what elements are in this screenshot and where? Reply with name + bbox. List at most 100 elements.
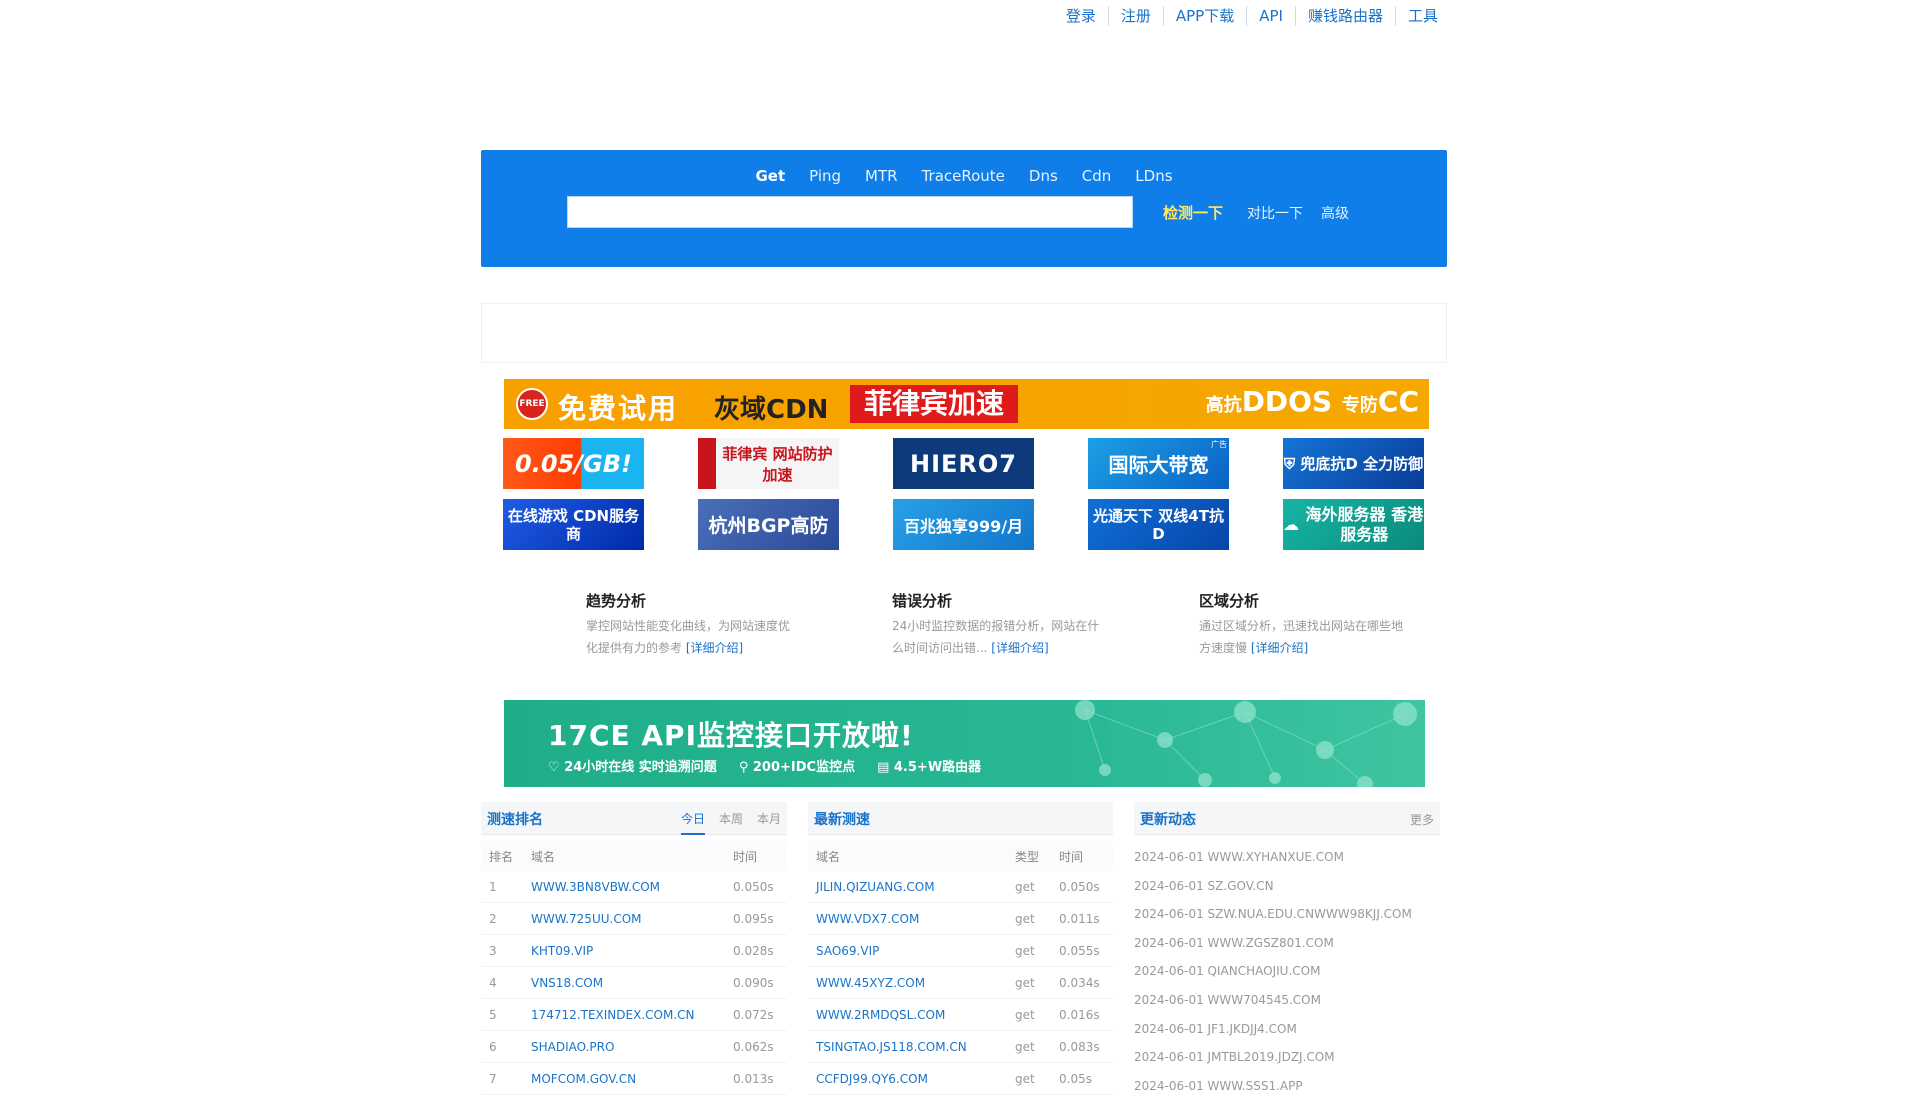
app-download-link[interactable]: APP下载	[1162, 6, 1246, 26]
server-icon: ☁	[1283, 514, 1305, 534]
domain-link[interactable]: WWW.45XYZ.COM	[808, 966, 1007, 999]
list-item[interactable]: 2024-06-01 SZW.NUA.EDU.CNWWW98KJJ.COM	[1134, 900, 1440, 929]
table-row: WWW.VDX7.COM get 0.011s	[808, 902, 1113, 935]
list-item[interactable]: 2024-06-01 QIANCHAOJIU.COM	[1134, 957, 1440, 986]
tab-cdn[interactable]: Cdn	[1070, 166, 1124, 186]
tab-month[interactable]: 本月	[757, 810, 781, 835]
speed-ranking-panel: 测速排名 今日 本周 本月 排名 域名 时间 1 WWW.3BN8VBW.COM 0…	[481, 802, 787, 1095]
tools-link[interactable]: 工具	[1394, 6, 1450, 26]
table-row: 7 MOFCOM.GOV.CN 0.013s	[481, 1062, 787, 1095]
table-row: WWW.2RMDQSL.COM get 0.016s	[808, 998, 1113, 1031]
list-item[interactable]: 2024-06-01 WWW.XYHANXUE.COM	[1134, 843, 1440, 872]
banner-free-trial: 免费试用	[558, 392, 679, 425]
domain-link[interactable]: SHADIAO.PRO	[523, 1030, 725, 1063]
table-row: CCFDJ99.QY6.COM get 0.05s	[808, 1062, 1113, 1095]
ad-intl-bandwidth[interactable]: 国际大带宽 广告	[1088, 438, 1229, 489]
list-item[interactable]: 2024-06-01 WWW.ZGSZ801.COM	[1134, 929, 1440, 958]
panel-title: 更新动态	[1140, 812, 1196, 828]
panel-title: 测速排名	[487, 812, 543, 828]
register-link[interactable]: 注册	[1107, 6, 1163, 26]
domain-link[interactable]: SAO69.VIP	[808, 934, 1007, 967]
ad-grid: 0.05/GB! 菲律宾 网站防护加速 HIERO7 国际大带宽 广告 ⛨ 兜底抗…	[503, 438, 1435, 550]
table-row: JILIN.QIZUANG.COM get 0.050s	[808, 871, 1113, 903]
table-row: 6 SHADIAO.PRO 0.062s	[481, 1030, 787, 1063]
ad-hiero7[interactable]: HIERO7	[893, 438, 1034, 489]
router-link[interactable]: 赚钱路由器	[1294, 6, 1395, 26]
check-button[interactable]: 检测一下	[1163, 202, 1223, 223]
domain-link[interactable]: MOFCOM.GOV.CN	[523, 1062, 725, 1095]
network-graphic-icon	[1075, 700, 1417, 787]
table-row: TSINGTAO.JS118.COM.CN get 0.083s	[808, 1030, 1113, 1063]
feature-more-link[interactable]: [详细介绍]	[1251, 641, 1308, 655]
feature-more-link[interactable]: [详细介绍]	[686, 641, 743, 655]
ad-guangtong[interactable]: 光通天下 双线4T抗D	[1088, 499, 1229, 550]
tab-mtr[interactable]: MTR	[853, 166, 910, 186]
banner-philippines: 菲律宾加速	[850, 385, 1019, 423]
domain-link[interactable]: WWW.2RMDQSL.COM	[808, 998, 1007, 1031]
domain-link[interactable]: TSINGTAO.JS118.COM.CN	[808, 1030, 1007, 1063]
ad-dedicated-bandwidth[interactable]: 百兆独享999/月	[893, 499, 1034, 550]
more-link[interactable]: 更多	[1410, 811, 1434, 828]
domain-link[interactable]: VNS18.COM	[523, 966, 725, 999]
test-type-tabs: Get Ping MTR TraceRoute Dns Cdn LDns	[481, 166, 1447, 186]
ad-game-cdn[interactable]: 在线游戏 CDN服务商	[503, 499, 644, 550]
table-row: 3 KHT09.VIP 0.028s	[481, 934, 787, 967]
ad-philippines-protection[interactable]: 菲律宾 网站防护加速	[698, 438, 839, 489]
table-row: 1 WWW.3BN8VBW.COM 0.050s	[481, 871, 787, 903]
search-panel: Get Ping MTR TraceRoute Dns Cdn LDns 检测一…	[481, 150, 1447, 267]
feature-trend: 趋势分析 掌控网站性能变化曲线，为网站速度优化提供有力的参考 [详细介绍]	[586, 590, 796, 659]
api-promo-banner[interactable]: 17CE API监控接口开放啦! ♡ 24小时在线 实时追溯问题 ⚲ 200+I…	[504, 700, 1425, 787]
tab-week[interactable]: 本周	[719, 810, 743, 835]
domain-link[interactable]: WWW.VDX7.COM	[808, 902, 1007, 935]
feature-title: 趋势分析	[586, 592, 647, 610]
blank-ad-slot	[481, 303, 1447, 363]
compare-link[interactable]: 对比一下	[1247, 203, 1303, 223]
advanced-link[interactable]: 高级	[1321, 203, 1349, 223]
login-link[interactable]: 登录	[1054, 6, 1108, 26]
url-input[interactable]	[567, 196, 1133, 228]
top-links: 登录 注册 APP下载 API 赚钱路由器 工具	[1054, 6, 1450, 26]
tab-ldns[interactable]: LDns	[1123, 166, 1184, 186]
list-item[interactable]: 2024-06-01 JMTBL2019.JDZJ.COM	[1134, 1043, 1440, 1072]
tab-get[interactable]: Get	[743, 166, 797, 186]
col-type: 类型	[1007, 841, 1051, 871]
latest-tests-panel: 最新测速 域名 类型 时间 JILIN.QIZUANG.COM get 0.050s…	[808, 802, 1113, 1095]
updates-list: 2024-06-01 WWW.XYHANXUE.COM 2024-06-01 S…	[1134, 843, 1440, 1100]
domain-link[interactable]: WWW.3BN8VBW.COM	[523, 871, 725, 903]
cdn-promo-banner[interactable]: FREE 免费试用 灰域CDN 菲律宾加速 高抗DDOS 专防CC	[504, 379, 1429, 429]
ranking-period-tabs: 今日 本周 本月	[680, 810, 781, 835]
col-domain: 域名	[523, 841, 725, 871]
col-domain: 域名	[808, 841, 1007, 871]
list-item[interactable]: 2024-06-01 WWW.SSS1.APP	[1134, 1072, 1440, 1100]
domain-link[interactable]: CCFDJ99.QY6.COM	[808, 1062, 1007, 1095]
tab-today[interactable]: 今日	[680, 810, 705, 835]
ad-traffic-price[interactable]: 0.05/GB!	[503, 438, 644, 489]
banner-cdn-brand: 灰域CDN	[714, 395, 829, 425]
feature-error: 错误分析 24小时监控数据的报错分析，网站在什么时间访问出错... [详细介绍]	[892, 590, 1102, 659]
tab-traceroute[interactable]: TraceRoute	[910, 166, 1017, 186]
ad-overseas-server[interactable]: ☁ 海外服务器 香港服务器	[1283, 499, 1424, 550]
heart-icon: ♡	[548, 760, 565, 775]
table-row: 2 WWW.725UU.COM 0.095s	[481, 902, 787, 935]
table-row: 4 VNS18.COM 0.090s	[481, 966, 787, 999]
feature-more-link[interactable]: [详细介绍]	[991, 641, 1048, 655]
ad-anti-ddos[interactable]: ⛨ 兜底抗D 全力防御	[1283, 438, 1424, 489]
domain-link[interactable]: KHT09.VIP	[523, 934, 725, 967]
api-link[interactable]: API	[1246, 6, 1295, 26]
tab-ping[interactable]: Ping	[797, 166, 853, 186]
list-item[interactable]: 2024-06-01 WWW704545.COM	[1134, 986, 1440, 1015]
list-item[interactable]: 2024-06-01 JF1.JKDJJ4.COM	[1134, 1015, 1440, 1044]
col-time: 时间	[725, 841, 787, 871]
domain-link[interactable]: 174712.TEXINDEX.COM.CN	[523, 998, 725, 1031]
api-banner-title: 17CE API监控接口开放啦!	[548, 719, 914, 752]
ad-hangzhou-bgp[interactable]: 杭州BGP高防	[698, 499, 839, 550]
domain-link[interactable]: WWW.725UU.COM	[523, 902, 725, 935]
ad-tag: 广告	[1211, 440, 1227, 449]
domain-link[interactable]: JILIN.QIZUANG.COM	[808, 871, 1007, 903]
feature-title: 区域分析	[1199, 592, 1260, 610]
tab-dns[interactable]: Dns	[1017, 166, 1070, 186]
location-icon: ⚲	[738, 760, 753, 775]
table-row: SAO69.VIP get 0.055s	[808, 934, 1113, 967]
latest-table: 域名 类型 时间 JILIN.QIZUANG.COM get 0.050s WWW.…	[808, 841, 1113, 1095]
list-item[interactable]: 2024-06-01 SZ.GOV.CN	[1134, 872, 1440, 901]
